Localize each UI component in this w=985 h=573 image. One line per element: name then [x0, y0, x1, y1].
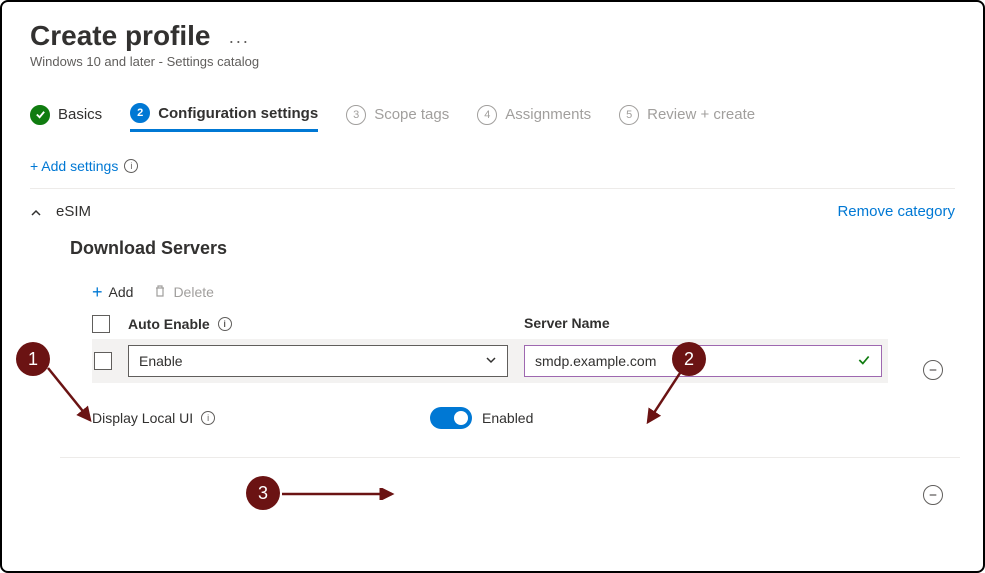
step-review-create[interactable]: 5 Review + create: [619, 105, 755, 125]
auto-enable-select[interactable]: Enable: [128, 345, 508, 377]
wizard-stepper: Basics 2 Configuration settings 3 Scope …: [30, 103, 955, 132]
delete-button[interactable]: Delete: [153, 284, 213, 301]
step-number: 4: [477, 105, 497, 125]
chevron-up-icon[interactable]: [30, 206, 42, 218]
step-configuration-settings[interactable]: 2 Configuration settings: [130, 103, 318, 132]
info-icon[interactable]: i: [201, 411, 215, 425]
add-label: Add: [109, 284, 134, 300]
page-subtitle: Windows 10 and later - Settings catalog: [30, 54, 955, 69]
input-value: smdp.example.com: [535, 353, 656, 369]
plus-icon: +: [92, 283, 103, 301]
remove-setting-button[interactable]: [923, 485, 943, 505]
check-icon: [30, 105, 50, 125]
info-icon[interactable]: i: [124, 159, 138, 173]
toggle-knob: [454, 411, 468, 425]
step-number: 3: [346, 105, 366, 125]
select-value: Enable: [139, 353, 183, 369]
add-settings-link[interactable]: + Add settings: [30, 158, 118, 174]
category-name: eSIM: [56, 203, 91, 220]
remove-category-link[interactable]: Remove category: [837, 203, 955, 220]
setting-display-local-ui-label: Display Local UI: [92, 410, 193, 426]
row-checkbox[interactable]: [94, 352, 112, 370]
column-server-name: Server Name: [524, 315, 955, 333]
annotation-badge-2: 2: [672, 342, 706, 376]
chevron-down-icon: [485, 354, 497, 369]
annotation-badge-3: 3: [246, 476, 280, 510]
column-auto-enable: Auto Enable: [128, 316, 210, 332]
table-row: Enable smdp.example.com: [92, 339, 888, 383]
add-button[interactable]: + Add: [92, 283, 133, 301]
more-options-icon[interactable]: ···: [228, 31, 249, 52]
toggle-state-label: Enabled: [482, 410, 533, 426]
display-local-ui-toggle[interactable]: [430, 407, 472, 429]
step-scope-tags[interactable]: 3 Scope tags: [346, 105, 449, 125]
step-number: 5: [619, 105, 639, 125]
section-heading: Download Servers: [70, 238, 955, 259]
step-basics[interactable]: Basics: [30, 105, 102, 125]
divider: [30, 188, 955, 189]
trash-icon: [153, 284, 167, 301]
step-assignments[interactable]: 4 Assignments: [477, 105, 591, 125]
annotation-badge-1: 1: [16, 342, 50, 376]
step-number: 2: [130, 103, 150, 123]
valid-icon: [857, 353, 871, 370]
select-all-checkbox[interactable]: [92, 315, 110, 333]
delete-label: Delete: [173, 284, 213, 300]
divider: [60, 457, 960, 458]
remove-section-button[interactable]: [923, 360, 943, 380]
info-icon[interactable]: i: [218, 317, 232, 331]
page-title: Create profile: [30, 20, 211, 52]
step-label: Basics: [58, 106, 102, 123]
step-label: Assignments: [505, 106, 591, 123]
step-label: Review + create: [647, 106, 755, 123]
step-label: Configuration settings: [158, 105, 318, 122]
step-label: Scope tags: [374, 106, 449, 123]
